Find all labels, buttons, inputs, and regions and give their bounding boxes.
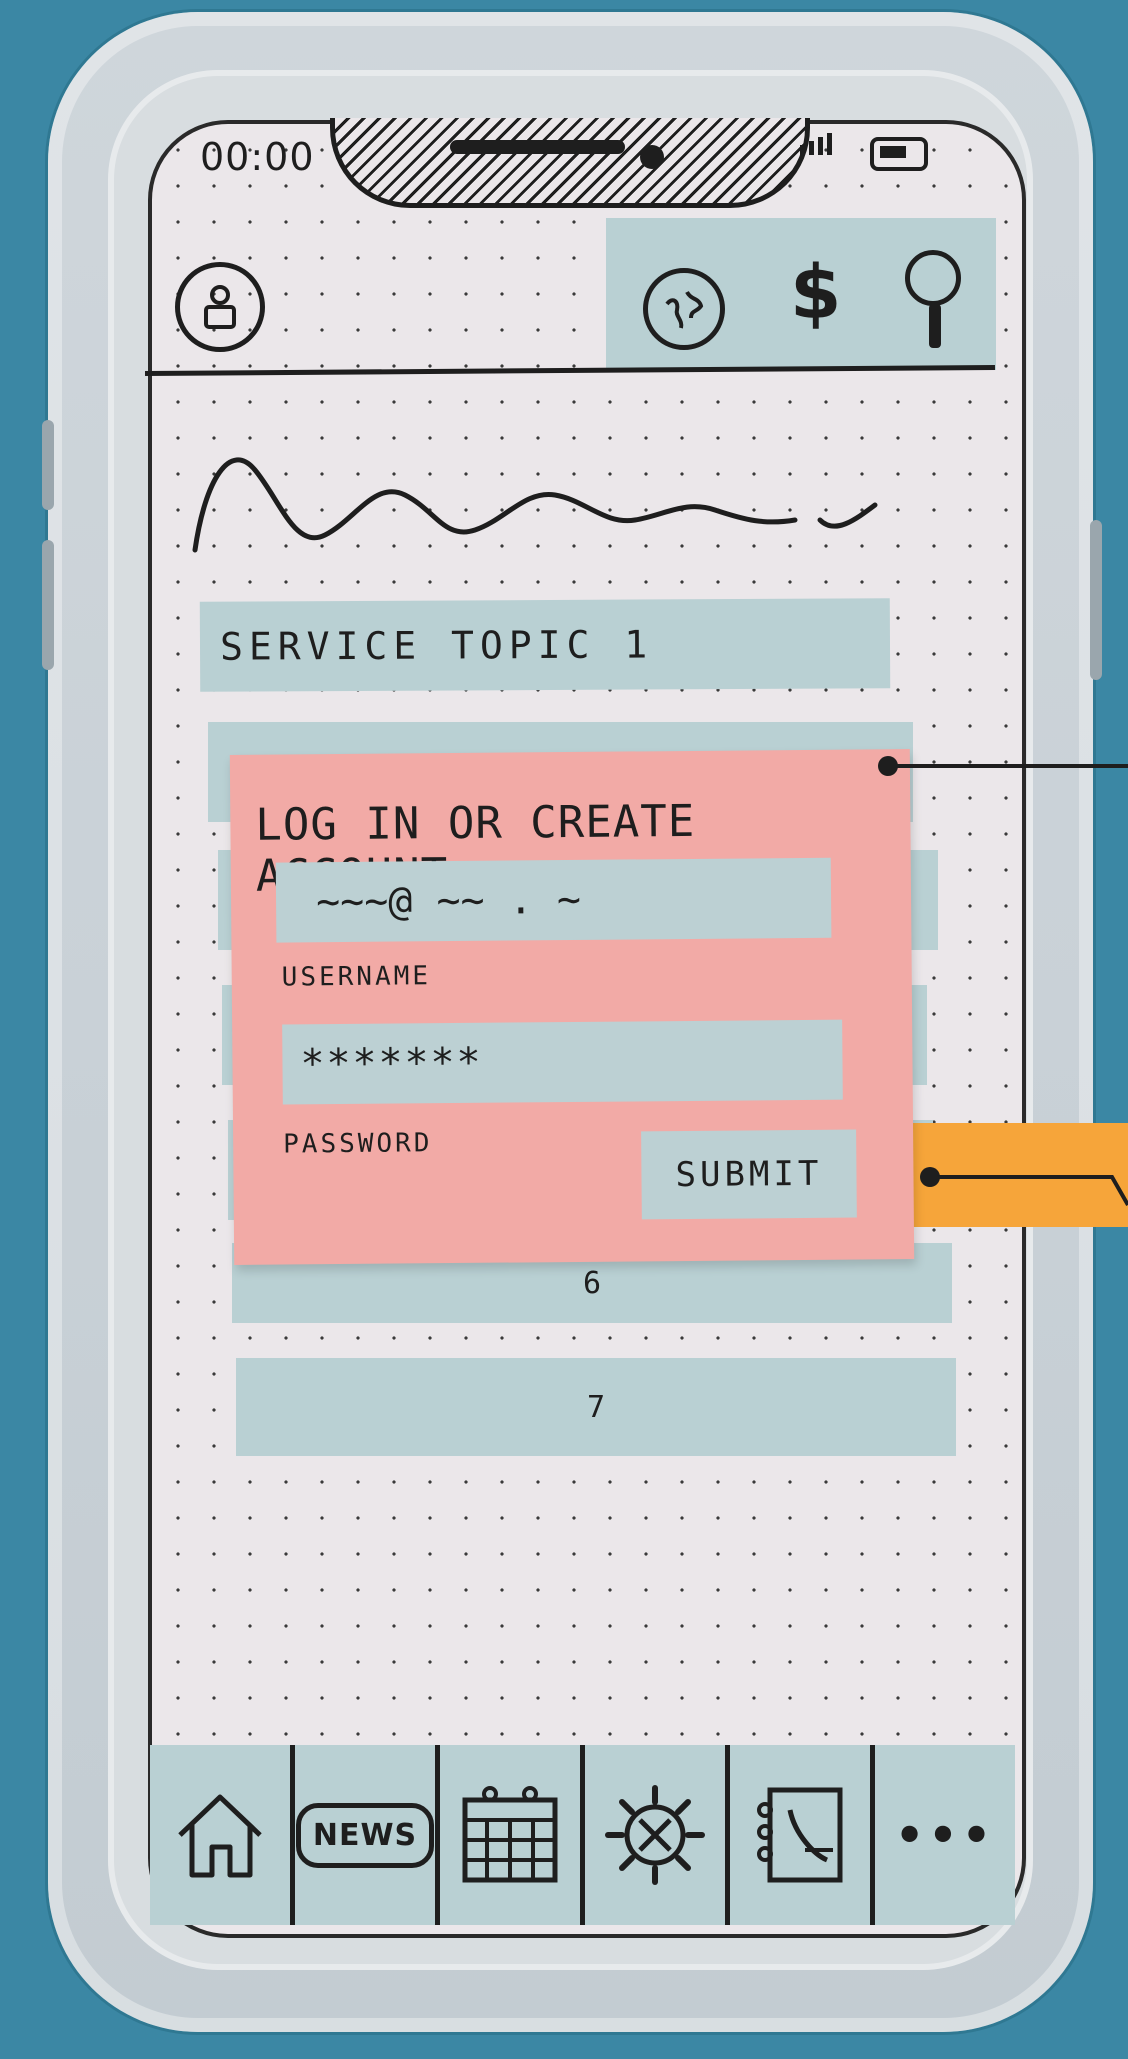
profile-icon[interactable] [175, 262, 265, 352]
news-icon: NEWS [295, 1802, 435, 1868]
list-item-label: 7 [586, 1389, 606, 1425]
list-item[interactable]: 7 [236, 1358, 956, 1456]
camera [640, 145, 664, 169]
speaker [450, 140, 625, 154]
home-icon [178, 1794, 262, 1878]
side-button [42, 540, 54, 670]
dollar-icon[interactable]: $ [790, 250, 842, 336]
status-time: 00:00 [200, 135, 315, 179]
signal-icon [800, 133, 832, 155]
nav-home[interactable] [150, 1745, 295, 1925]
settings-icon [605, 1785, 705, 1885]
nav-more[interactable]: ••• [875, 1745, 1015, 1925]
password-field[interactable]: ******* [282, 1019, 843, 1105]
more-icon: ••• [894, 1808, 996, 1862]
side-button [42, 420, 54, 510]
nav-services[interactable] [585, 1745, 730, 1925]
nav-news[interactable]: NEWS [295, 1745, 440, 1925]
username-label: USERNAME [281, 961, 432, 993]
list-item[interactable]: SERVICE TOPIC 1 [199, 598, 891, 692]
battery-icon [870, 137, 928, 171]
nav-contacts[interactable] [730, 1745, 875, 1925]
hero-scribble [192, 457, 878, 553]
password-label: PASSWORD [283, 1128, 433, 1160]
annotation-tab [892, 1123, 1128, 1227]
bottom-nav: NEWS ••• [150, 1745, 1015, 1925]
side-button [1090, 520, 1102, 680]
password-value: ******* [302, 1039, 485, 1088]
submit-button[interactable]: SUBMIT [641, 1129, 857, 1220]
calendar-icon [462, 1786, 558, 1883]
nav-calendar[interactable] [440, 1745, 585, 1925]
email-field[interactable]: ~~~@ ~~ . ~ [275, 857, 832, 943]
globe-icon[interactable] [643, 268, 725, 350]
list-item-label: 6 [582, 1265, 602, 1301]
search-icon[interactable] [905, 250, 965, 350]
contacts-icon [757, 1787, 843, 1883]
list-item-label: SERVICE TOPIC 1 [219, 622, 654, 669]
notch [330, 118, 810, 208]
login-modal: LOG IN OR CREATE ACCOUNT ~~~@ ~~ . ~ USE… [229, 749, 915, 1265]
email-value: ~~~@ ~~ . ~ [315, 876, 582, 926]
